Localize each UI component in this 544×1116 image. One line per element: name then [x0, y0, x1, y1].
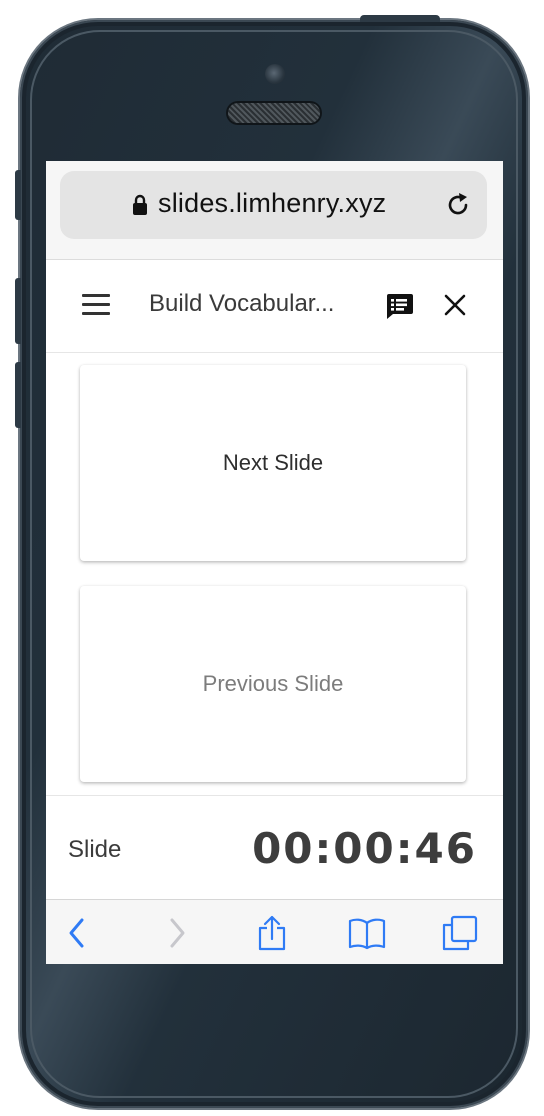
- slide-label: Slide: [68, 836, 122, 863]
- browser-address-area: slides.limhenry.xyz: [46, 161, 503, 260]
- browser-toolbar: [46, 899, 503, 964]
- slide-controls: Next Slide Previous Slide: [46, 353, 503, 795]
- url-text: slides.limhenry.xyz: [158, 188, 387, 218]
- power-button: [360, 15, 440, 22]
- forward-icon[interactable]: [166, 915, 188, 951]
- app-header: Build Vocabular...: [46, 260, 503, 353]
- reload-icon[interactable]: [444, 191, 472, 219]
- next-slide-button[interactable]: Next Slide: [80, 365, 466, 561]
- screen: slides.limhenry.xyz Build Vocabular... N…: [46, 161, 503, 964]
- slide-footer: Slide 00:00:46: [46, 795, 503, 900]
- volume-down-button: [15, 362, 21, 428]
- close-icon[interactable]: [443, 293, 467, 317]
- speaker-notes-icon[interactable]: [384, 290, 414, 320]
- volume-up-button: [15, 278, 21, 344]
- front-camera: [265, 64, 285, 84]
- elapsed-timer: 00:00:46: [252, 824, 477, 873]
- bookmarks-icon[interactable]: [348, 915, 386, 951]
- presentation-title: Build Vocabular...: [149, 290, 335, 317]
- share-icon[interactable]: [256, 915, 288, 951]
- menu-icon[interactable]: [82, 294, 110, 316]
- previous-slide-button[interactable]: Previous Slide: [80, 586, 466, 782]
- lock-icon: [133, 194, 147, 215]
- tabs-icon[interactable]: [442, 915, 478, 951]
- back-icon[interactable]: [66, 915, 88, 951]
- previous-slide-label: Previous Slide: [202, 671, 344, 696]
- earpiece-speaker: [228, 103, 320, 123]
- mute-switch: [15, 170, 21, 220]
- address-bar[interactable]: slides.limhenry.xyz: [60, 171, 487, 239]
- next-slide-label: Next Slide: [222, 450, 324, 475]
